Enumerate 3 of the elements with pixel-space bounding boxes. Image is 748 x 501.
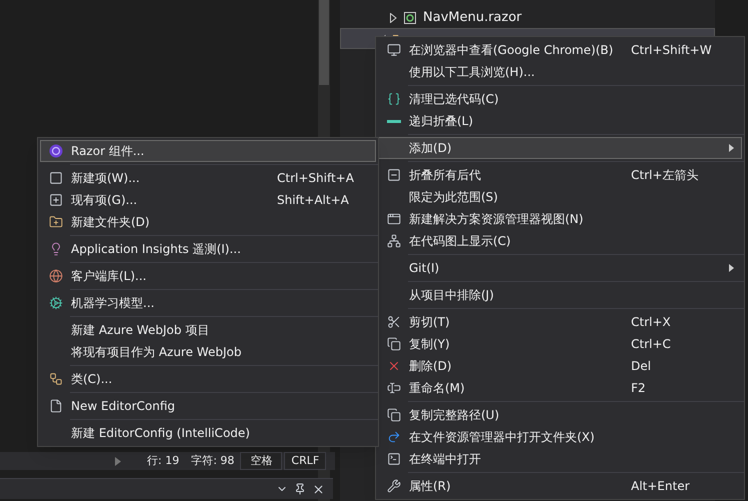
line-number: 行: 19 [147, 452, 180, 469]
tree-item-label: NavMenu.razor [423, 8, 522, 27]
char-number: 字符: 98 [191, 452, 234, 469]
